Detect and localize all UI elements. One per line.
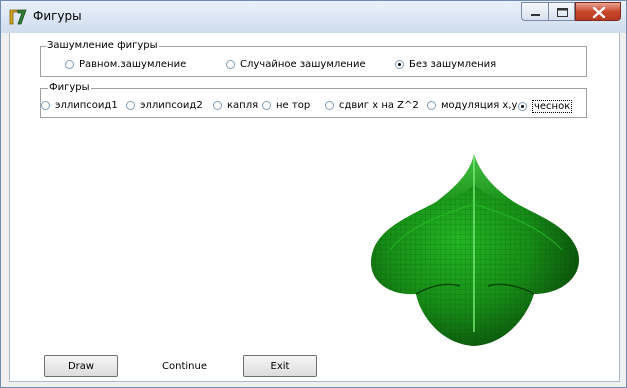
radio-label: Равном.зашумление — [79, 59, 187, 70]
radio-modulation-xy[interactable]: модуляция x,y — [427, 100, 517, 111]
shading-groupbox: Зашумление фигуры Равном.зашумление Случ… — [40, 39, 587, 77]
radio-label: капля — [227, 100, 259, 111]
minimize-button[interactable] — [521, 2, 548, 21]
radio-circle — [213, 101, 222, 110]
radio-no-noise[interactable]: Без зашумления — [395, 59, 496, 70]
radio-label: Случайное зашумление — [240, 59, 366, 70]
radio-drop[interactable]: капля — [213, 100, 258, 111]
app-icon — [9, 8, 27, 26]
exit-button[interactable]: Exit — [243, 355, 317, 377]
radio-circle-checked — [518, 102, 527, 111]
radio-circle-checked — [395, 60, 404, 69]
radio-ellipsoid1[interactable]: эллипсоид1 — [41, 100, 118, 111]
minimize-icon — [531, 14, 540, 16]
garlic-shape-graphic — [370, 154, 579, 346]
radio-circle — [325, 101, 334, 110]
radio-random-noise[interactable]: Случайное зашумление — [226, 59, 366, 70]
radio-garlic[interactable]: чеснок — [518, 100, 573, 113]
radio-label: чеснок — [532, 100, 573, 113]
radio-label: модуляция x,y — [441, 100, 518, 111]
figures-groupbox: Фигуры эллипсоид1 эллипсоид2 капля не то… — [40, 81, 587, 118]
radio-label: Без зашумления — [409, 59, 497, 70]
garlic-3d-render — [370, 154, 590, 350]
maximize-button[interactable] — [548, 2, 575, 21]
radio-label: эллипсоид1 — [55, 100, 118, 111]
window-title: Фигуры — [33, 9, 82, 23]
radio-label: сдвиг х на Z^2 — [339, 100, 419, 111]
draw-button[interactable]: Draw — [44, 355, 118, 377]
radio-circle — [65, 60, 74, 69]
radio-not-torus[interactable]: не тор — [262, 100, 310, 111]
app-window: Фигуры Зашумление фигуры Равном.зашумлен… — [0, 0, 627, 388]
caption-buttons — [521, 2, 621, 22]
close-button[interactable] — [575, 2, 621, 21]
radio-ellipsoid2[interactable]: эллипсоид2 — [126, 100, 203, 111]
radio-circle — [41, 101, 50, 110]
radio-uniform-noise[interactable]: Равном.зашумление — [65, 59, 186, 70]
radio-circle — [126, 101, 135, 110]
radio-label: эллипсоид2 — [140, 100, 203, 111]
shading-group-title: Зашумление фигуры — [46, 39, 159, 52]
figures-group-title: Фигуры — [48, 81, 91, 94]
radio-shift-x-z2[interactable]: сдвиг х на Z^2 — [325, 100, 419, 111]
radio-circle — [427, 101, 436, 110]
continue-label[interactable]: Continue — [162, 361, 207, 372]
maximize-icon — [557, 8, 568, 17]
radio-circle — [262, 101, 271, 110]
title-bar[interactable]: Фигуры — [1, 1, 626, 33]
close-icon — [592, 6, 606, 19]
radio-label: не тор — [276, 100, 311, 111]
radio-circle — [226, 60, 235, 69]
client-area: Зашумление фигуры Равном.зашумление Случ… — [9, 33, 620, 382]
